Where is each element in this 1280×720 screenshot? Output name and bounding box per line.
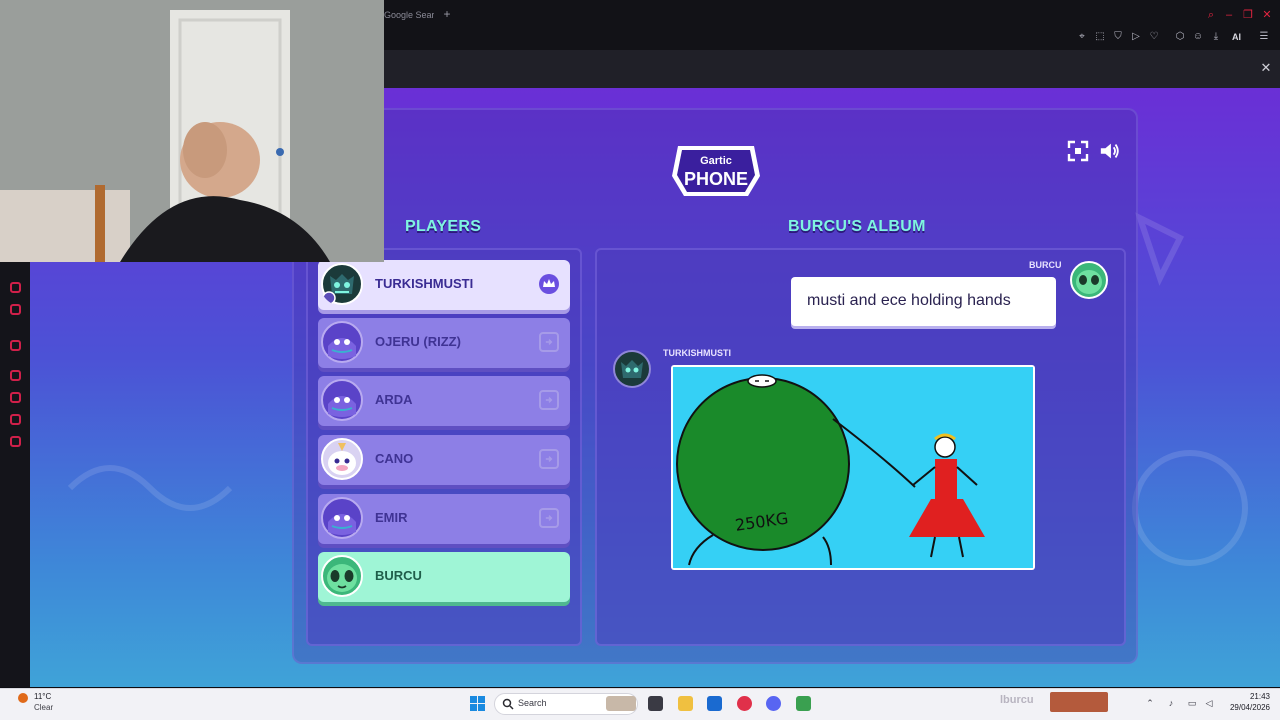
new-tab-button[interactable]: + <box>440 6 454 22</box>
kick-icon[interactable] <box>539 508 559 528</box>
restore-icon[interactable]: ❐ <box>1241 8 1255 22</box>
screen: Google Sear + ⌕ – ❐ ✕ ⌖ ⬚ ⛉ ▷ ♡ ⬡ ☺ ⤓ AI… <box>0 0 1280 720</box>
player-avatar <box>321 438 363 480</box>
prompt-author: BURCU <box>1029 260 1062 270</box>
player-card[interactable]: OJERU (RIZZ) <box>318 318 570 368</box>
shield-icon[interactable]: ⛉ <box>1111 30 1125 44</box>
clock-time[interactable]: 21:43 <box>1240 692 1270 702</box>
kick-icon[interactable] <box>539 332 559 352</box>
menu-icon[interactable]: ☰ <box>1257 30 1271 44</box>
players-heading: PLAYERS <box>405 218 482 235</box>
volume-icon[interactable] <box>1099 140 1121 162</box>
search-highlight-icon <box>606 696 636 711</box>
gartic-phone-logo: Gartic PHONE <box>672 146 760 196</box>
sidebar-icon-messenger[interactable] <box>10 282 21 293</box>
task-view-icon[interactable] <box>648 696 663 711</box>
fullscreen-icon[interactable] <box>1067 140 1089 162</box>
player-name: EMIR <box>375 510 408 525</box>
browser-sidebar <box>0 262 30 687</box>
weather-description: Clear <box>34 703 54 712</box>
player-avatar <box>321 263 363 305</box>
heart-icon[interactable]: ♡ <box>1147 30 1161 44</box>
player-card-self[interactable]: BURCU <box>318 552 570 602</box>
play-icon[interactable]: ▷ <box>1129 30 1143 44</box>
player-card[interactable]: ARDA <box>318 376 570 426</box>
sidebar-icon-settings[interactable] <box>10 436 21 447</box>
webcam-feed <box>0 0 384 262</box>
player-name: ARDA <box>375 392 413 407</box>
microphone-icon[interactable]: ♪ <box>1165 697 1177 709</box>
weather-icon[interactable] <box>18 693 28 703</box>
start-icon[interactable] <box>470 696 485 711</box>
player-name: CANO <box>375 451 414 466</box>
volume-tray-icon[interactable]: ◁ <box>1203 697 1215 709</box>
pin-icon[interactable]: ⌖ <box>1075 30 1089 44</box>
screenshot-icon[interactable]: ⬚ <box>1093 30 1107 44</box>
file-explorer-icon[interactable] <box>678 696 693 711</box>
crown-icon <box>539 274 559 294</box>
sidebar-icon-twitch[interactable] <box>10 340 21 351</box>
overlay-bar <box>384 50 1280 88</box>
logo-bottom-text: PHONE <box>684 169 748 189</box>
author-avatar <box>1070 261 1108 299</box>
sidebar-icon-extension[interactable] <box>10 414 21 425</box>
player-avatar <box>321 497 363 539</box>
kick-icon[interactable] <box>539 390 559 410</box>
profile-icon[interactable]: ☺ <box>1191 30 1205 44</box>
album-heading: BURCU'S ALBUM <box>788 218 926 235</box>
drawing-card: 250KG <box>671 365 1035 570</box>
player-avatar <box>321 379 363 421</box>
sidebar-icon-chat[interactable] <box>10 304 21 315</box>
player-name: OJERU (RIZZ) <box>375 334 461 349</box>
chevron-up-icon[interactable]: ⌃ <box>1144 697 1156 709</box>
player-card[interactable]: CANO <box>318 435 570 485</box>
drawing-canvas: 250KG <box>673 367 1033 568</box>
clock-date[interactable]: 29/04/2026 <box>1222 703 1270 713</box>
close-overlay-button[interactable]: ✕ <box>1258 60 1274 76</box>
logo-top-text: Gartic <box>700 155 732 167</box>
window-close-icon[interactable]: ✕ <box>1260 8 1274 22</box>
prompt-text: musti and ece holding hands <box>807 292 1011 309</box>
sidebar-icon-history[interactable] <box>10 392 21 403</box>
author-avatar <box>613 350 651 388</box>
kick-icon[interactable] <box>539 449 559 469</box>
search-icon[interactable]: ⌕ <box>1204 8 1218 22</box>
search-icon <box>502 698 514 710</box>
tray-thumbnail <box>1050 692 1108 712</box>
minimize-icon[interactable]: – <box>1222 8 1236 22</box>
player-card[interactable]: EMIR <box>318 494 570 544</box>
extensions-icon[interactable]: ⬡ <box>1173 30 1187 44</box>
player-card-host[interactable]: TURKISHMUSTI <box>318 260 570 310</box>
sidebar-icon-player[interactable] <box>10 370 21 381</box>
search-label: Search <box>518 698 547 708</box>
player-name: TURKISHMUSTI <box>375 276 474 291</box>
tray-label: lburcu <box>1000 694 1034 706</box>
network-icon[interactable]: ▭ <box>1186 697 1198 709</box>
drawing-author: TURKISHMUSTI <box>663 348 731 358</box>
store-icon[interactable] <box>707 696 722 711</box>
browser-tab[interactable]: Google Sear <box>384 6 434 24</box>
player-avatar <box>321 555 363 597</box>
weather-temperature: 11°C <box>34 692 52 701</box>
app-icon[interactable] <box>796 696 811 711</box>
discord-icon[interactable] <box>766 696 781 711</box>
player-name: BURCU <box>375 568 422 583</box>
opera-gx-icon[interactable] <box>737 696 752 711</box>
player-avatar <box>321 321 363 363</box>
webcam-overlay <box>0 0 384 262</box>
download-icon[interactable]: ⤓ <box>1209 30 1223 44</box>
ai-button[interactable]: AI <box>1232 30 1241 44</box>
